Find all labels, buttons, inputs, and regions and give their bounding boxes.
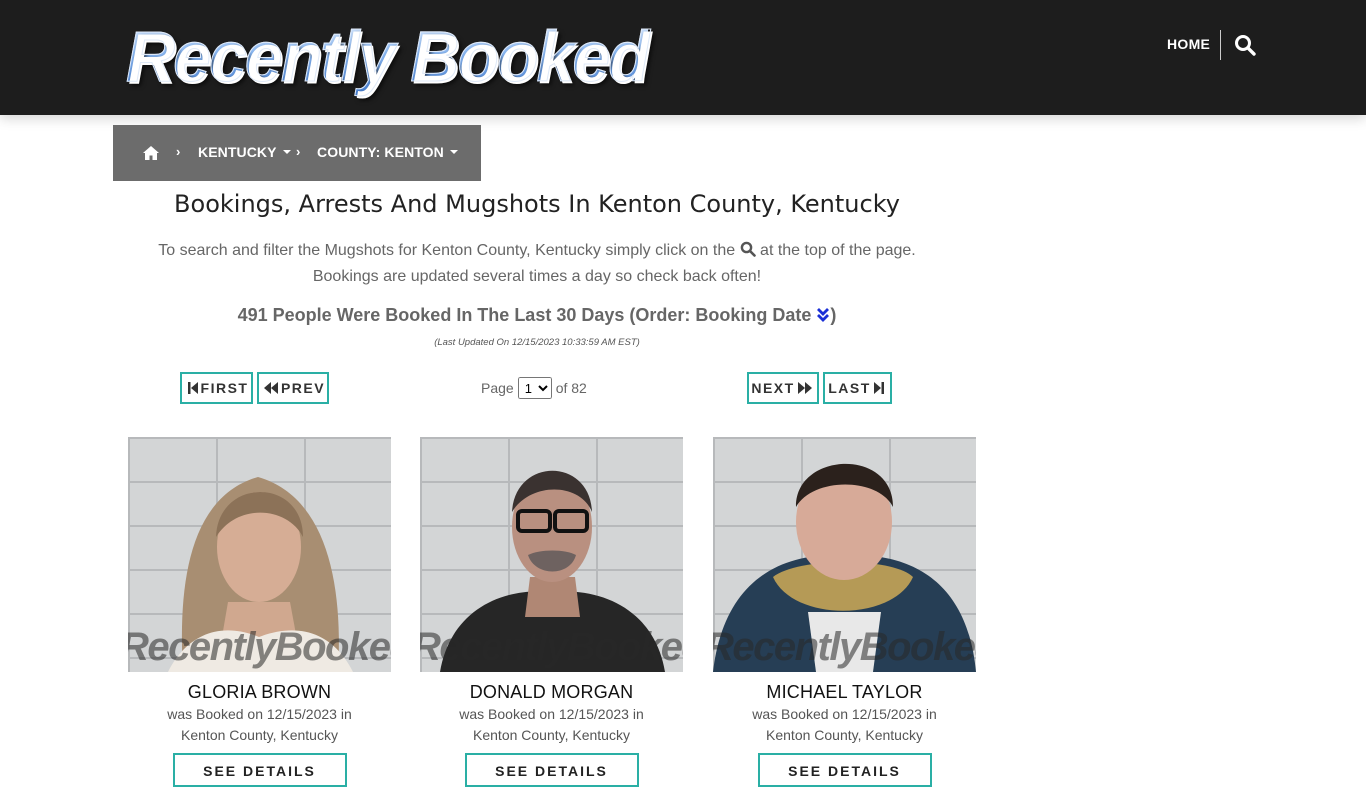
first-page-icon (187, 382, 198, 394)
site-logo[interactable]: Recently Booked (126, 16, 651, 98)
mugshot-photo[interactable]: RecentlyBooked.com (713, 437, 976, 672)
description-text: To search and filter the Mugshots for Ke… (158, 242, 736, 259)
see-details-button[interactable]: SEE DETAILS (464, 753, 639, 787)
page-total: of 82 (555, 380, 587, 396)
booking-location: Kenton County, Kentucky (766, 727, 923, 743)
breadcrumb: › KENTUCKY › COUNTY: KENTON (113, 125, 481, 181)
description-text: at the top of the page. (760, 242, 916, 259)
forward-icon (797, 382, 812, 394)
mugshot-photo[interactable]: RecentlyBooked.com (420, 437, 683, 672)
chevron-down-icon (282, 150, 291, 155)
sort-order-icon[interactable] (816, 307, 830, 323)
next-page-button[interactable]: NEXT (747, 372, 819, 404)
page-description: To search and filter the Mugshots for Ke… (128, 238, 946, 290)
first-page-button[interactable]: FIRST (180, 372, 253, 404)
booking-date: was Booked on 12/15/2023 in (167, 706, 352, 722)
booking-date: was Booked on 12/15/2023 in (459, 706, 644, 722)
prev-page-button[interactable]: PREV (257, 372, 329, 404)
last-page-button[interactable]: LAST (823, 372, 892, 404)
page-select[interactable]: 1 (517, 377, 552, 399)
see-details-button[interactable]: SEE DETAILS (757, 753, 932, 787)
last-page-icon (873, 382, 884, 394)
booking-count: 491 People Were Booked In The Last 30 Da… (128, 305, 946, 326)
see-details-button[interactable]: SEE DETAILS (172, 753, 347, 787)
last-page-label: LAST (828, 380, 871, 396)
page-selector: Page 1 of 82 (481, 377, 587, 399)
site-header: Recently Booked HOME (0, 0, 1366, 115)
breadcrumb-county-dropdown[interactable]: COUNTY: KENTON (317, 144, 458, 160)
next-page-label: NEXT (751, 380, 795, 396)
page-label: Page (481, 380, 514, 396)
backward-icon (263, 382, 278, 394)
booking-count-close: ) (830, 305, 837, 325)
description-text: Bookings are updated several times a day… (312, 268, 762, 285)
booking-card: RecentlyBooked.com GLORIA BROWN was Book… (128, 437, 391, 787)
last-updated: (Last Updated On 12/15/2023 10:33:59 AM … (434, 337, 640, 348)
photo-watermark: RecentlyBooked.com (713, 625, 976, 669)
booking-date: was Booked on 12/15/2023 in (752, 706, 937, 722)
booking-card: RecentlyBooked.com DONALD MORGAN was Boo… (420, 437, 683, 787)
breadcrumb-separator: › (176, 144, 181, 159)
nav-home-link[interactable]: HOME (1167, 36, 1210, 52)
inmate-name[interactable]: DONALD MORGAN (420, 682, 683, 703)
mugshot-photo[interactable]: RecentlyBooked.com (128, 437, 391, 672)
breadcrumb-state-dropdown[interactable]: KENTUCKY (198, 144, 291, 160)
search-icon (740, 241, 756, 257)
first-page-label: FIRST (200, 380, 249, 396)
booking-location: Kenton County, Kentucky (473, 727, 630, 743)
photo-watermark: RecentlyBooked.com (420, 625, 683, 669)
inmate-name[interactable]: GLORIA BROWN (128, 682, 391, 703)
inmate-name[interactable]: MICHAEL TAYLOR (713, 682, 976, 703)
chevron-down-icon (449, 150, 458, 155)
prev-page-label: PREV (280, 380, 326, 396)
breadcrumb-county-label: COUNTY: KENTON (317, 144, 444, 160)
booking-count-text: 491 People Were Booked In The Last 30 Da… (237, 305, 812, 325)
home-icon[interactable] (142, 145, 160, 161)
nav-divider (1220, 30, 1221, 60)
photo-watermark: RecentlyBooked.com (128, 625, 391, 669)
breadcrumb-separator: › (296, 144, 301, 159)
booking-card: RecentlyBooked.com MICHAEL TAYLOR was Bo… (713, 437, 976, 787)
search-icon[interactable] (1234, 34, 1256, 56)
page-title: Bookings, Arrests And Mugshots In Kenton… (174, 190, 900, 218)
booking-location: Kenton County, Kentucky (181, 727, 338, 743)
breadcrumb-state-label: KENTUCKY (198, 144, 277, 160)
